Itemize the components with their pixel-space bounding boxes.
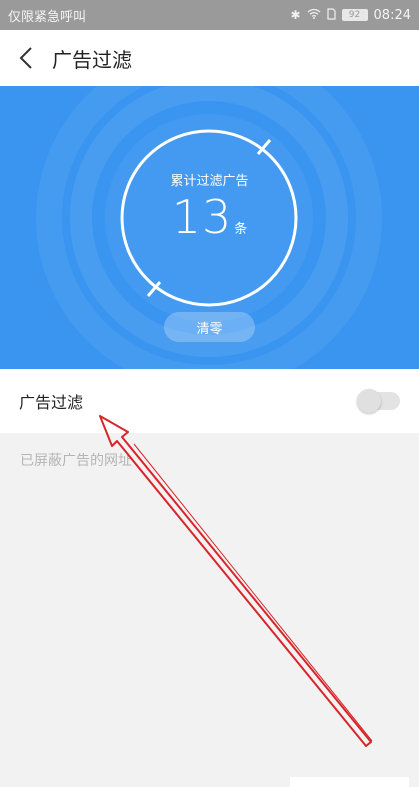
wifi-icon (307, 8, 321, 22)
battery-icon: 92 (341, 9, 368, 21)
counter-unit: 条 (234, 222, 248, 237)
filter-stats-panel: 累计过滤广告 13 条 清零 (0, 86, 419, 369)
ad-filter-toggle[interactable] (357, 389, 400, 413)
status-bar: 仅限紧急呼叫 ✱ 92 08:24 (0, 0, 419, 30)
sim-icon (326, 7, 336, 23)
counter-number: 13 (171, 190, 233, 244)
clear-button[interactable]: 清零 (164, 312, 255, 342)
toggle-knob (357, 389, 381, 413)
corner-patch (290, 777, 409, 787)
counter-value: 13 条 (0, 190, 419, 244)
blocked-sites-heading: 已屏蔽广告的网址 (20, 453, 132, 469)
ad-filter-row: 广告过滤 (0, 369, 419, 433)
app-bar: 广告过滤 (0, 30, 419, 86)
counter-label: 累计过滤广告 (170, 174, 249, 189)
status-icons: ✱ 92 08:24 (290, 8, 411, 23)
page-title: 广告过滤 (52, 47, 132, 72)
bluetooth-icon: ✱ (290, 8, 301, 22)
chevron-left-icon[interactable] (4, 30, 48, 86)
clock: 08:24 (373, 7, 411, 23)
carrier-text: 仅限紧急呼叫 (8, 9, 87, 25)
ad-filter-label: 广告过滤 (19, 393, 84, 412)
